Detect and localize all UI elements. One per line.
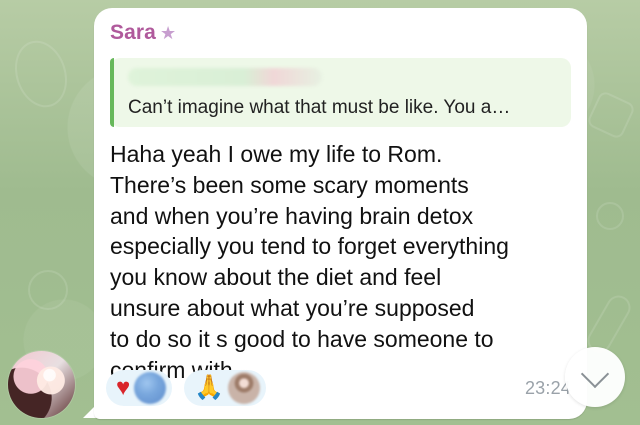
scroll-down-button[interactable]	[565, 347, 625, 407]
reply-preview[interactable]: Can’t imagine what that must be like. Yo…	[110, 58, 571, 127]
message-text: Haha yeah I owe my life to Rom. There’s …	[110, 140, 509, 383]
star-icon: ★	[159, 23, 177, 43]
wallpaper-doodle	[596, 202, 624, 230]
message-footer: ♥ 🙏 23:24	[106, 369, 571, 407]
reply-preview-text: Can’t imagine what that must be like. Yo…	[128, 97, 511, 118]
wallpaper-doodle	[28, 270, 68, 310]
reactor-avatar	[228, 372, 261, 404]
sender-avatar[interactable]	[8, 351, 75, 418]
chevron-down-icon	[580, 359, 610, 388]
message-time: 23:24	[524, 377, 571, 398]
reactor-avatar	[134, 372, 167, 404]
reply-author-blurred	[128, 68, 322, 86]
sender-name[interactable]: Sara	[110, 21, 156, 45]
message-bubble[interactable]: Sara ★ Can’t imagine what that must be l…	[94, 8, 587, 419]
reaction-pray-pill[interactable]: 🙏	[184, 370, 267, 406]
reaction-heart-pill[interactable]: ♥	[106, 370, 173, 406]
folded-hands-icon: 🙏	[194, 374, 225, 401]
sender-row: Sara ★	[110, 18, 571, 48]
heart-icon: ♥	[116, 374, 131, 401]
